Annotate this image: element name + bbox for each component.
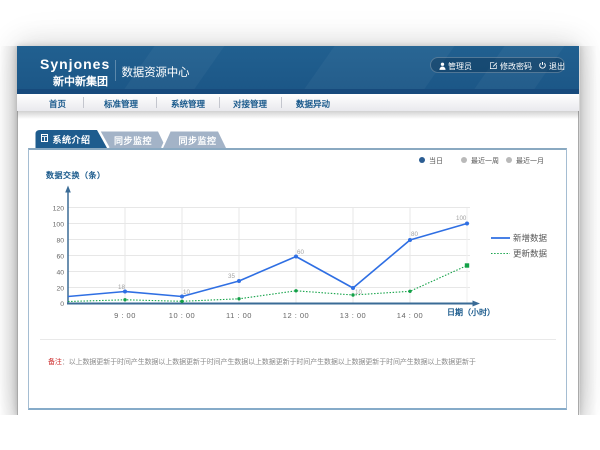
svg-text:日期（小时）: 日期（小时） — [447, 307, 495, 317]
svg-text:80: 80 — [56, 238, 64, 245]
svg-text:100: 100 — [456, 215, 467, 222]
svg-text:80: 80 — [411, 231, 418, 238]
svg-text:14 : 00: 14 : 00 — [397, 311, 423, 320]
svg-text:新增数据: 新增数据 — [513, 233, 548, 243]
svg-text:20: 20 — [56, 286, 64, 293]
svg-text:10 : 00: 10 : 00 — [169, 311, 195, 320]
svg-text:11 : 00: 11 : 00 — [226, 311, 252, 320]
svg-text:40: 40 — [56, 270, 64, 277]
svg-text:60: 60 — [56, 254, 64, 261]
svg-text:10: 10 — [355, 289, 362, 296]
svg-text:10: 10 — [183, 289, 190, 296]
svg-text:120: 120 — [53, 206, 65, 213]
svg-text:13 : 00: 13 : 00 — [340, 311, 366, 320]
svg-text:9 : 00: 9 : 00 — [114, 311, 136, 320]
svg-text:35: 35 — [228, 273, 235, 280]
svg-text:18: 18 — [118, 284, 125, 291]
svg-text:100: 100 — [53, 222, 65, 229]
svg-text:0: 0 — [60, 301, 64, 308]
svg-text:60: 60 — [297, 249, 304, 256]
svg-text:12 : 00: 12 : 00 — [283, 311, 309, 320]
svg-text:更新数据: 更新数据 — [513, 249, 548, 259]
